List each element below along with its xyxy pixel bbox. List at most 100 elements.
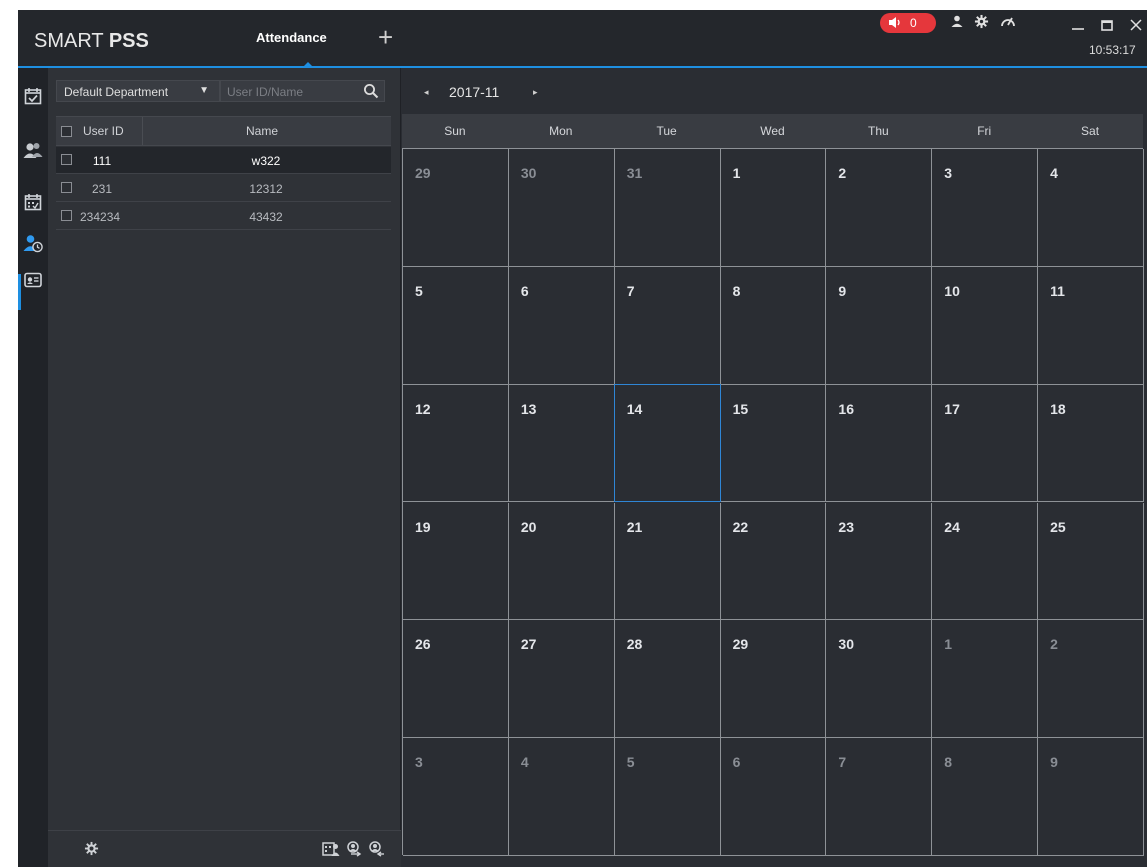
calendar-day-cell[interactable]: 9	[1038, 738, 1144, 856]
add-tab-button[interactable]: +	[378, 22, 393, 52]
day-number: 8	[944, 754, 953, 771]
calendar-day-cell[interactable]: 19	[403, 502, 509, 621]
table-row[interactable]: 231 12312	[56, 175, 391, 202]
select-all-checkbox[interactable]	[61, 126, 72, 137]
calendar-day-cell[interactable]: 9	[826, 266, 933, 385]
calendar-day-cell[interactable]: 3	[932, 149, 1039, 267]
day-number: 31	[626, 165, 643, 181]
day-number: 6	[732, 754, 741, 771]
row-checkbox[interactable]	[61, 182, 72, 193]
user-sync-icon[interactable]	[345, 841, 363, 862]
calendar-day-cell[interactable]: 23	[826, 502, 933, 621]
day-number: 12	[415, 400, 431, 417]
calendar-day-cell[interactable]: 31	[614, 149, 721, 267]
day-number: 1	[732, 165, 741, 181]
calendar-day-cell[interactable]: 22	[720, 502, 827, 621]
logo-pss: PSS	[108, 30, 149, 52]
weekday-label: Mon	[549, 124, 573, 138]
weekday-label: Thu	[868, 124, 889, 138]
user-name-cell: w322	[251, 154, 281, 168]
attendance-record-icon[interactable]	[322, 841, 340, 862]
calendar-day-cell-selected[interactable]: 14	[613, 383, 721, 503]
day-number: 1	[944, 636, 953, 653]
calendar-day-cell[interactable]: 12	[403, 384, 509, 503]
user-export-icon[interactable]	[367, 841, 385, 862]
calendar-day-cell[interactable]: 13	[508, 384, 615, 503]
user-group-icon[interactable]	[21, 138, 45, 162]
settings-icon[interactable]	[974, 14, 989, 32]
row-checkbox[interactable]	[61, 210, 72, 221]
search-icon[interactable]	[363, 83, 379, 104]
calendar-day-cell[interactable]: 1	[720, 149, 827, 267]
calendar-day-cell[interactable]: 21	[614, 502, 721, 621]
calendar-day-cell[interactable]: 26	[403, 620, 509, 739]
day-number: 18	[1050, 400, 1066, 417]
tab-attendance[interactable]: Attendance	[256, 30, 327, 45]
day-number: 24	[944, 518, 960, 535]
search-input[interactable]	[227, 84, 352, 99]
calendar-day-cell[interactable]: 15	[720, 384, 827, 503]
calendar-day-cell[interactable]: 5	[403, 266, 509, 385]
day-number: 16	[838, 400, 854, 417]
day-number: 3	[944, 165, 953, 181]
calendar-day-cell[interactable]: 16	[826, 384, 933, 503]
row-checkbox[interactable]	[61, 154, 72, 165]
calendar-day-cell[interactable]: 20	[508, 502, 615, 621]
day-number: 3	[415, 754, 423, 771]
calendar-day-cell[interactable]: 10	[932, 266, 1039, 385]
table-row[interactable]: 111 w322	[56, 147, 391, 174]
maximize-icon[interactable]	[1101, 18, 1113, 34]
calendar-day-cell[interactable]: 29	[403, 149, 509, 267]
performance-icon[interactable]	[1000, 14, 1016, 31]
user-panel: Default Department ▼ User ID Name 111 w3…	[48, 68, 401, 867]
day-number: 23	[838, 518, 854, 535]
calendar-day-cell[interactable]: 8	[720, 266, 827, 385]
previous-month-button[interactable]: ◂	[424, 87, 429, 98]
calendar-day-cell[interactable]: 2	[1038, 620, 1144, 739]
day-number: 9	[838, 282, 847, 299]
attendance-check-icon[interactable]	[21, 84, 45, 108]
weekday-label: Sun	[444, 124, 466, 138]
calendar-day-cell[interactable]: 11	[1038, 266, 1144, 385]
close-icon[interactable]	[1130, 18, 1142, 34]
minimize-icon[interactable]	[1072, 18, 1084, 34]
calendar-day-cell[interactable]: 1	[932, 620, 1039, 739]
day-number: 4	[520, 754, 529, 771]
calendar-day-cell[interactable]: 24	[932, 502, 1039, 621]
calendar-day-cell[interactable]: 30	[826, 620, 933, 739]
calendar-day-cell[interactable]: 28	[614, 620, 721, 739]
weekday-header: Sun Mon Tue Wed Thu Fri Sat	[402, 114, 1143, 148]
calendar-day-cell[interactable]: 6	[508, 266, 615, 385]
day-number: 19	[415, 518, 431, 535]
user-attendance-icon[interactable]	[21, 230, 45, 254]
calendar-day-cell[interactable]: 29	[720, 620, 827, 739]
calendar-day-cell[interactable]: 17	[932, 384, 1039, 503]
calendar-day-cell[interactable]: 18	[1038, 384, 1144, 503]
calendar-day-cell[interactable]: 7	[826, 738, 933, 856]
calendar-day-cell[interactable]: 7	[614, 266, 721, 385]
calendar-day-cell[interactable]: 27	[508, 620, 615, 739]
schedule-icon[interactable]	[21, 190, 45, 214]
calendar-day-cell[interactable]: 5	[614, 738, 721, 856]
table-row[interactable]: 234234 43432	[56, 203, 391, 230]
settings-icon[interactable]	[84, 841, 99, 861]
app-logo: SMART PSS	[34, 30, 149, 53]
department-select[interactable]: Default Department ▼	[56, 80, 220, 102]
calendar-day-cell[interactable]: 6	[720, 738, 827, 856]
calendar-day-cell[interactable]: 25	[1038, 502, 1144, 621]
calendar-grid: 29 30 31 1 2 3 4 5 6 7 8 9 10 11 12 13 14 15 16 17 18 19 20 21 2…	[402, 148, 1144, 856]
alarm-button[interactable]: 0	[880, 13, 936, 33]
alarm-count: 0	[910, 16, 917, 30]
calendar-day-cell[interactable]: 3	[403, 738, 509, 856]
user-icon[interactable]	[950, 14, 964, 31]
calendar-day-cell[interactable]: 30	[508, 149, 615, 267]
calendar-day-cell[interactable]: 2	[826, 149, 933, 267]
report-card-icon[interactable]	[21, 268, 45, 292]
calendar-day-cell[interactable]: 4	[1038, 149, 1144, 267]
calendar-day-cell[interactable]: 8	[932, 738, 1039, 856]
chevron-down-icon: ▼	[199, 85, 209, 96]
calendar-day-cell[interactable]: 4	[508, 738, 615, 856]
search-box	[220, 80, 385, 102]
next-month-button[interactable]: ▸	[533, 87, 538, 98]
day-number: 25	[1050, 518, 1066, 535]
